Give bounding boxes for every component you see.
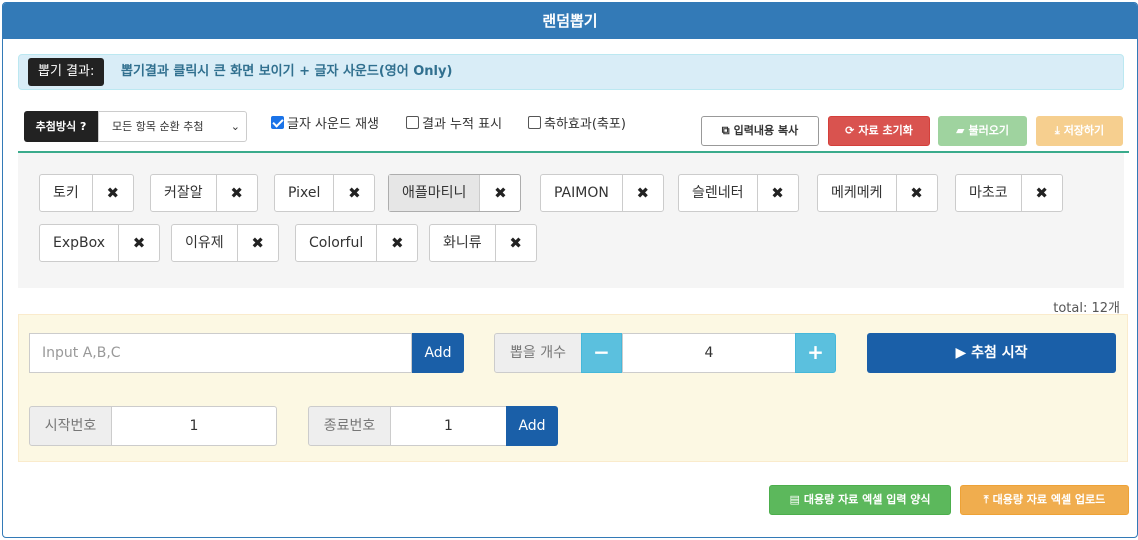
item-chip[interactable]: 메케메케 ✖	[817, 174, 938, 212]
item-chip[interactable]: Pixel ✖	[274, 174, 376, 212]
item-label[interactable]: 슬렌네터	[679, 175, 758, 211]
item-chip[interactable]: 화니류 ✖	[429, 224, 537, 262]
cumulative-checkbox[interactable]	[406, 116, 419, 129]
item-label[interactable]: 애플마티니	[389, 175, 481, 211]
excel-upload-label: 대용량 자료 엑셀 업로드	[992, 493, 1106, 506]
remove-icon[interactable]: ✖	[897, 175, 937, 211]
save-button[interactable]: ⤓ 저장하기	[1036, 116, 1123, 146]
item-label[interactable]: Colorful	[296, 225, 378, 261]
load-label: 불러오기	[968, 124, 1009, 137]
item-label[interactable]: ExpBox	[40, 225, 120, 261]
item-chip[interactable]: 커잘알 ✖	[150, 174, 258, 212]
folder-open-icon: ▰	[956, 124, 965, 137]
item-chip[interactable]: 토키 ✖	[39, 174, 134, 212]
input-panel: Input A,B,C Add 뽑을 개수 − 4 + ▶ 추첨 시작 시작번호…	[18, 314, 1128, 462]
reset-data-button[interactable]: ⟳ 자료 초기화	[828, 116, 930, 146]
item-label[interactable]: 메케메케	[818, 175, 897, 211]
result-bar[interactable]: 뽑기 결과: 뽑기결과 클릭시 큰 화면 보이기 + 글자 사운드(영어 Onl…	[18, 54, 1124, 90]
sound-label: 글자 사운드 재생	[287, 117, 379, 132]
excel-form-button[interactable]: ▤ 대용량 자료 엑셀 입력 양식	[769, 485, 951, 515]
item-label[interactable]: 커잘알	[151, 175, 217, 211]
plus-button[interactable]: +	[795, 333, 836, 373]
remove-icon[interactable]: ✖	[217, 175, 257, 211]
reset-data-label: 자료 초기화	[858, 124, 913, 137]
sound-option[interactable]: 글자 사운드 재생	[271, 115, 379, 135]
load-button[interactable]: ▰ 불러오기	[938, 116, 1027, 146]
item-label[interactable]: 이유제	[172, 225, 238, 261]
upload-icon: ⤒	[983, 493, 989, 506]
chevron-down-icon: ⌄	[230, 120, 240, 133]
start-number-label: 시작번호	[29, 406, 112, 446]
end-number-label: 종료번호	[308, 406, 391, 446]
count-label: 뽑을 개수	[494, 333, 582, 373]
excel-upload-button[interactable]: ⤒ 대용량 자료 엑셀 업로드	[960, 485, 1129, 515]
draw-method-select[interactable]: 모든 항목 순환 추첨 ⌄	[98, 111, 247, 142]
celebrate-option[interactable]: 축하효과(축포)	[528, 115, 626, 135]
remove-icon[interactable]: ✖	[1022, 175, 1062, 211]
remove-icon[interactable]: ✖	[758, 175, 798, 211]
remove-icon[interactable]: ✖	[377, 225, 417, 261]
item-chip[interactable]: 슬렌네터 ✖	[678, 174, 799, 212]
remove-icon[interactable]: ✖	[496, 225, 536, 261]
item-chip[interactable]: Colorful ✖	[295, 224, 419, 262]
refresh-icon: ⟳	[845, 124, 855, 137]
save-label: 저장하기	[1063, 124, 1105, 137]
page-title: 랜덤뽑기	[3, 3, 1137, 39]
remove-icon[interactable]: ✖	[238, 225, 278, 261]
copy-input-label: 입력내용 복사	[733, 124, 799, 137]
remove-icon[interactable]: ✖	[119, 225, 159, 261]
item-chip[interactable]: 마초코 ✖	[955, 174, 1063, 212]
draw-method-label[interactable]: 추첨방식 ?	[24, 111, 98, 142]
start-draw-button[interactable]: ▶ 추첨 시작	[867, 333, 1116, 373]
item-chip-active[interactable]: 애플마티니 ✖	[388, 174, 522, 212]
result-label: 뽑기 결과:	[28, 58, 105, 86]
item-label[interactable]: 마초코	[956, 175, 1022, 211]
excel-form-label: 대용량 자료 엑셀 입력 양식	[803, 493, 931, 506]
copy-input-button[interactable]: ⧉ 입력내용 복사	[701, 116, 819, 146]
remove-icon[interactable]: ✖	[334, 175, 374, 211]
item-chip[interactable]: PAIMON ✖	[540, 174, 664, 212]
sound-checkbox[interactable]	[271, 116, 284, 129]
item-label[interactable]: Pixel	[275, 175, 335, 211]
item-label[interactable]: 토키	[40, 175, 93, 211]
add-range-button[interactable]: Add	[506, 406, 558, 446]
copy-icon: ⧉	[721, 124, 730, 137]
cumulative-label: 결과 누적 표시	[422, 117, 503, 132]
remove-icon[interactable]: ✖	[93, 175, 133, 211]
remove-icon[interactable]: ✖	[623, 175, 663, 211]
end-number-input[interactable]: 1	[390, 406, 507, 446]
draw-method-selected: 모든 항목 순환 추첨	[112, 120, 204, 133]
item-input[interactable]: Input A,B,C	[29, 333, 412, 373]
result-message[interactable]: 뽑기결과 클릭시 큰 화면 보이기 + 글자 사운드(영어 Only)	[121, 55, 452, 89]
celebrate-label: 축하효과(축포)	[544, 117, 626, 132]
start-number-input[interactable]: 1	[111, 406, 277, 446]
item-chip[interactable]: ExpBox ✖	[39, 224, 161, 262]
count-input[interactable]: 4	[622, 333, 796, 373]
celebrate-checkbox[interactable]	[528, 116, 541, 129]
item-label[interactable]: PAIMON	[541, 175, 623, 211]
remove-icon[interactable]: ✖	[480, 175, 520, 211]
cumulative-option[interactable]: 결과 누적 표시	[406, 115, 502, 135]
item-chip[interactable]: 이유제 ✖	[171, 224, 279, 262]
add-item-button[interactable]: Add	[412, 333, 464, 373]
item-list: 토키 ✖ 커잘알 ✖ Pixel ✖ 애플마티니 ✖ PAIMON ✖ 슬렌네터 ✖ 메케메…	[18, 153, 1124, 288]
download-icon: ⤓	[1054, 124, 1060, 137]
file-icon: ▤	[789, 493, 800, 506]
minus-button[interactable]: −	[581, 333, 622, 373]
item-label[interactable]: 화니류	[430, 225, 496, 261]
random-draw-panel: 랜덤뽑기 뽑기 결과: 뽑기결과 클릭시 큰 화면 보이기 + 글자 사운드(영…	[2, 2, 1138, 538]
